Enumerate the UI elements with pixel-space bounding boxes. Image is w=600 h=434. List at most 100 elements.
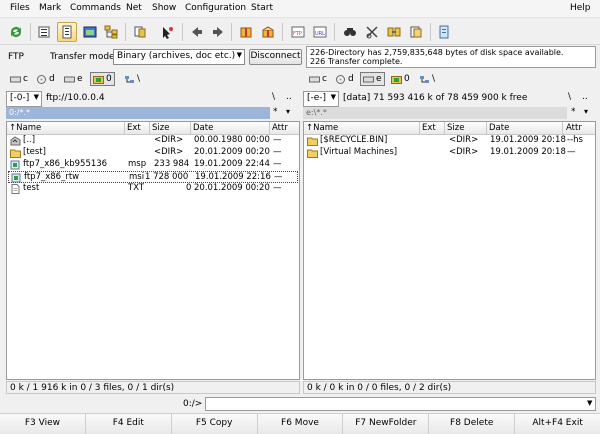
file-row[interactable]: [Virtual Machines] <DIR> 19.01.2009 20:1…	[305, 147, 594, 159]
svg-text:FTP: FTP	[293, 31, 302, 37]
copy-names-icon[interactable]	[406, 22, 426, 42]
right-drive-c[interactable]: c	[307, 72, 329, 86]
multi-rename-icon[interactable]	[362, 22, 382, 42]
left-history-button[interactable]: *	[273, 107, 278, 117]
column-ext[interactable]: Ext	[422, 123, 436, 133]
file-row[interactable]: [..] <DIR> 00.00.1980 00:00 —	[8, 135, 298, 147]
f7-newfolder-button[interactable]: F7 NewFolder	[343, 414, 430, 434]
file-row[interactable]: ftp7_x86_kb955136 msp 233 984 19.01.2009…	[8, 159, 298, 171]
network-icon	[125, 75, 134, 83]
left-root-button[interactable]: \	[272, 92, 275, 102]
brief-view-icon[interactable]	[34, 22, 54, 42]
drive-letter: 0	[106, 74, 112, 84]
file-size: <DIR>	[449, 135, 479, 145]
select-files-icon[interactable]	[157, 22, 177, 42]
right-drive-e[interactable]: e	[360, 72, 385, 86]
command-line-input[interactable]	[205, 397, 596, 411]
left-drive-c[interactable]: c	[8, 72, 30, 86]
menu-help[interactable]: Help	[570, 3, 591, 13]
file-name: [test]	[23, 147, 46, 157]
f6-move-button[interactable]: F6 Move	[257, 414, 344, 434]
right-history-button[interactable]: *	[571, 107, 576, 117]
left-drive-d[interactable]: d	[34, 72, 57, 86]
column-date[interactable]: Date	[489, 123, 509, 133]
left-column-header: ↑Name Ext Size Date Attr	[7, 122, 299, 135]
left-drive-e[interactable]: e	[62, 72, 85, 86]
right-root-button[interactable]: \	[568, 92, 571, 102]
column-size[interactable]: Size	[152, 123, 169, 133]
column-name[interactable]: ↑Name	[9, 123, 41, 133]
file-size: 1 728 000	[145, 172, 189, 182]
file-date: 19.01.2009 22:16	[195, 172, 271, 182]
ftp-connect-icon[interactable]: FTP	[288, 22, 308, 42]
pack-files-icon[interactable]	[236, 22, 256, 42]
chevron-down-icon[interactable]: ▼	[587, 399, 592, 407]
column-size[interactable]: Size	[447, 123, 464, 133]
sync-dirs-icon[interactable]	[384, 22, 404, 42]
left-file-panel[interactable]: ↑Name Ext Size Date Attr [..] <DIR> 00.0…	[6, 121, 300, 380]
back-arrow-icon[interactable]	[187, 22, 207, 42]
right-drive-ftp[interactable]: 0	[389, 72, 412, 86]
menu-start[interactable]: Start	[251, 3, 273, 13]
right-drive-network[interactable]: \	[417, 72, 437, 86]
right-file-panel[interactable]: ↑Name Ext Size Date Attr [$RECYCLE.BIN] …	[303, 121, 596, 380]
disconnect-button[interactable]: Disconnect	[249, 49, 302, 65]
menu-commands[interactable]: Commands	[70, 3, 121, 13]
f8-delete-button[interactable]: F8 Delete	[429, 414, 516, 434]
file-attr: —	[273, 135, 282, 145]
toolbar: FTP URL	[0, 19, 600, 45]
menu-net[interactable]: Net	[126, 3, 142, 13]
thumbnail-view-icon[interactable]	[80, 22, 100, 42]
forward-arrow-icon[interactable]	[208, 22, 228, 42]
left-hotlist-button[interactable]: ▾	[286, 107, 290, 116]
toolbar-separator	[30, 23, 31, 41]
menu-mark[interactable]: Mark	[39, 3, 61, 13]
menu-show[interactable]: Show	[152, 3, 176, 13]
left-address: ftp://10.0.0.4	[46, 93, 105, 103]
left-drive-network[interactable]: \	[122, 72, 142, 86]
right-drive-combo[interactable]: [-e-] ▼	[303, 91, 339, 107]
f4-edit-button[interactable]: F4 Edit	[85, 414, 172, 434]
left-drive-combo[interactable]: [-0-] ▼	[6, 91, 42, 107]
file-date: 19.01.2009 22:44	[194, 159, 270, 169]
column-name[interactable]: ↑Name	[306, 123, 338, 133]
folder-icon	[307, 149, 318, 158]
file-row[interactable]: [$RECYCLE.BIN] <DIR> 19.01.2009 20:18 --…	[305, 135, 594, 147]
column-attr[interactable]: Attr	[272, 123, 288, 133]
folder-icon	[10, 149, 21, 158]
column-date[interactable]: Date	[193, 123, 213, 133]
notepad-icon[interactable]	[434, 22, 454, 42]
drive-combo-value: [-e-]	[307, 93, 327, 103]
f3-view-button[interactable]: F3 View	[0, 414, 86, 434]
full-view-icon[interactable]	[57, 22, 77, 42]
ftp-folder-icon	[391, 75, 402, 84]
file-row[interactable]: test TXT 0 20.01.2009 00:20 —	[8, 183, 298, 195]
file-row[interactable]: [test] <DIR> 20.01.2009 00:20 —	[8, 147, 298, 159]
left-drive-ftp[interactable]: 0	[90, 72, 115, 86]
ftp-url-icon[interactable]: URL	[310, 22, 330, 42]
menu-configuration[interactable]: Configuration	[185, 3, 246, 13]
file-row-cursor[interactable]: ftp7_x86_rtw msi 1 728 000 19.01.2009 22…	[8, 171, 298, 183]
find-files-icon[interactable]	[340, 22, 360, 42]
f5-copy-button[interactable]: F5 Copy	[171, 414, 258, 434]
column-attr[interactable]: Attr	[566, 123, 582, 133]
refresh-icon[interactable]	[6, 22, 26, 42]
right-hotlist-button[interactable]: ▾	[584, 107, 588, 116]
drive-letter: e	[77, 74, 83, 84]
left-up-button[interactable]: ..	[286, 92, 292, 102]
right-up-button[interactable]: ..	[582, 92, 588, 102]
function-key-bar: F3 View F4 Edit F5 Copy F6 Move F7 NewFo…	[0, 413, 600, 434]
cd-drive-icon	[37, 74, 46, 84]
tree-view-icon[interactable]	[101, 22, 121, 42]
alt-f4-exit-button[interactable]: Alt+F4 Exit	[515, 414, 600, 434]
invert-selection-icon[interactable]	[130, 22, 150, 42]
ftp-log[interactable]: 226-Directory has 2,759,835,648 bytes of…	[306, 46, 596, 68]
menu-files[interactable]: Files	[10, 3, 30, 13]
file-size: <DIR>	[154, 147, 184, 157]
file-date: 20.01.2009 00:20	[194, 183, 270, 193]
transfer-mode-select[interactable]: Binary (archives, doc etc.) ▼	[113, 49, 245, 65]
column-ext[interactable]: Ext	[127, 123, 141, 133]
unpack-files-icon[interactable]	[258, 22, 278, 42]
right-drive-d[interactable]: d	[333, 72, 356, 86]
right-drive-bar: c d e 0 \	[303, 71, 600, 87]
